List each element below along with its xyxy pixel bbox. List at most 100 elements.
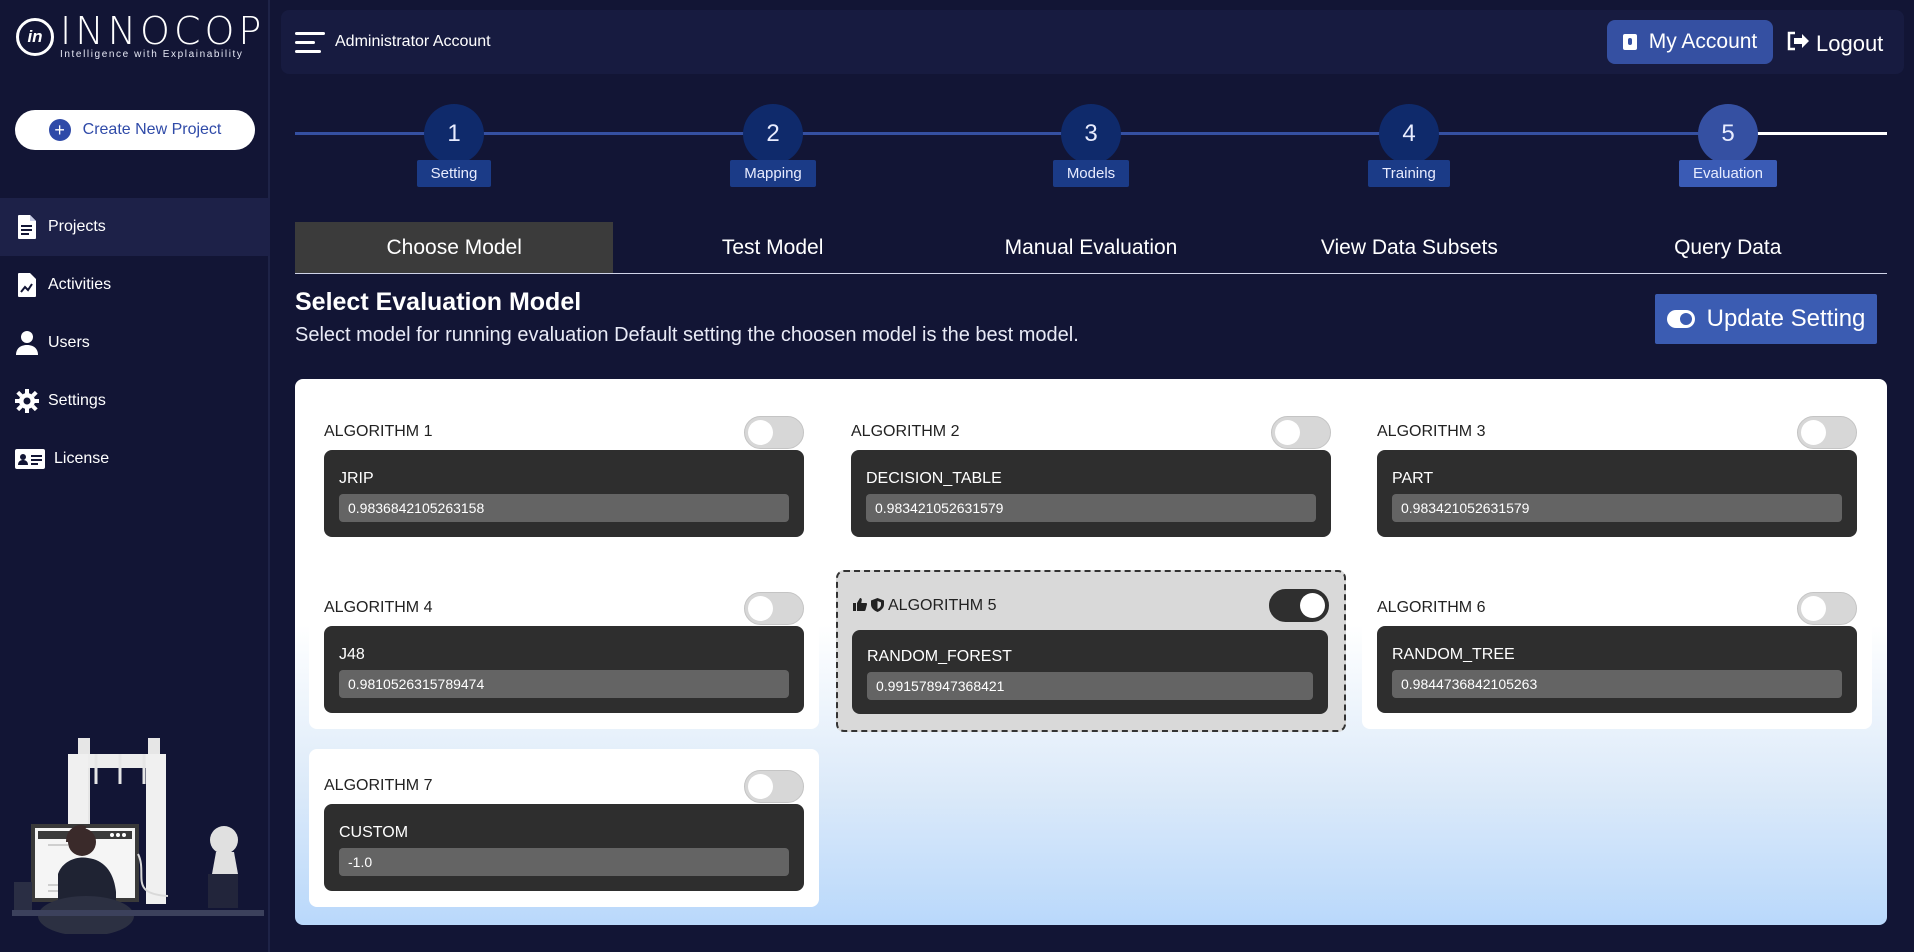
step-number: 1 [424, 104, 484, 164]
sidebar-item-users[interactable]: Users [0, 314, 270, 372]
algorithm-card-selected: ALGORITHM 5 RANDOM_FOREST 0.991578947368… [836, 570, 1346, 732]
algorithm-title: ALGORITHM 5 [888, 597, 997, 614]
model-box: J48 0.9810526315789474 [324, 626, 804, 713]
model-name: RANDOM_FOREST [867, 648, 1012, 665]
my-account-button[interactable]: My Account [1607, 20, 1773, 64]
algorithm-toggle[interactable] [744, 770, 804, 803]
algorithm-panel: ALGORITHM 1 JRIP 0.9836842105263158 ALGO… [295, 379, 1887, 925]
model-box: DECISION_TABLE 0.983421052631579 [851, 450, 1331, 537]
step-evaluation[interactable]: 5 Evaluation [1658, 104, 1798, 187]
algorithm-title: ALGORITHM 4 [324, 599, 433, 616]
logout-icon [1786, 30, 1810, 58]
model-box: RANDOM_TREE 0.9844736842105263 [1377, 626, 1857, 713]
model-score: -1.0 [339, 848, 789, 876]
create-project-button[interactable]: + Create New Project [15, 110, 255, 150]
hamburger-menu-icon[interactable] [295, 32, 325, 54]
algorithm-title-row: ALGORITHM 5 [853, 597, 996, 615]
id-card-icon [14, 445, 46, 473]
algorithm-toggle[interactable] [744, 592, 804, 625]
algorithm-toggle[interactable] [1797, 416, 1857, 449]
algorithm-title: ALGORITHM 7 [324, 777, 433, 794]
model-score: 0.991578947368421 [867, 672, 1313, 700]
model-score: 0.9836842105263158 [339, 494, 789, 522]
logout-label: Logout [1816, 31, 1884, 56]
sidebar-item-settings[interactable]: Settings [0, 372, 270, 430]
step-label: Setting [416, 160, 492, 187]
sidebar-item-activities[interactable]: Activities [0, 256, 270, 314]
step-number: 3 [1061, 104, 1121, 164]
sidebar-item-license[interactable]: License [0, 430, 270, 488]
model-box: JRIP 0.9836842105263158 [324, 450, 804, 537]
algorithm-card: ALGORITHM 3 PART 0.983421052631579 [1362, 395, 1872, 553]
step-number: 4 [1379, 104, 1439, 164]
algorithm-card: ALGORITHM 7 CUSTOM -1.0 [309, 749, 819, 907]
create-project-label: Create New Project [82, 121, 222, 138]
tab-view-data-subsets[interactable]: View Data Subsets [1250, 222, 1568, 273]
model-score: 0.9810526315789474 [339, 670, 789, 698]
section-description: Select model for running evaluation Defa… [295, 324, 1079, 346]
algorithm-card: ALGORITHM 1 JRIP 0.9836842105263158 [309, 395, 819, 553]
tab-manual-evaluation[interactable]: Manual Evaluation [932, 222, 1250, 273]
my-account-label: My Account [1648, 30, 1758, 53]
step-models[interactable]: 3 Models [1021, 104, 1161, 187]
algorithm-title: ALGORITHM 3 [1377, 423, 1486, 440]
account-badge-icon [1622, 34, 1637, 50]
sidebar-item-label: Users [48, 334, 90, 351]
gear-icon [14, 387, 40, 415]
model-score: 0.983421052631579 [1392, 494, 1842, 522]
top-header: Administrator Account My Account Logout [281, 10, 1904, 74]
update-setting-button[interactable]: Update Setting [1655, 294, 1877, 344]
model-box: PART 0.983421052631579 [1377, 450, 1857, 537]
activity-chart-icon [14, 271, 40, 299]
algorithm-title: ALGORITHM 6 [1377, 599, 1486, 616]
step-number: 2 [743, 104, 803, 164]
sidebar-nav: Projects Activities Users Settings Licen… [0, 198, 270, 488]
logo-tagline: Intelligence with Explainability [60, 49, 244, 60]
algorithm-card: ALGORITHM 6 RANDOM_TREE 0.98447368421052… [1362, 571, 1872, 729]
logo-icon: in [16, 18, 54, 56]
model-name: PART [1392, 470, 1434, 487]
section-title: Select Evaluation Model [295, 288, 582, 316]
step-mapping[interactable]: 2 Mapping [703, 104, 843, 187]
sidebar-item-label: Projects [48, 218, 106, 235]
model-score: 0.9844736842105263 [1392, 670, 1842, 698]
sidebar: in INNOCOP Intelligence with Explainabil… [0, 0, 272, 952]
tab-query-data[interactable]: Query Data [1569, 222, 1887, 273]
thumbs-up-icon [853, 598, 868, 614]
model-box: RANDOM_FOREST 0.991578947368421 [852, 630, 1328, 714]
sidebar-item-label: Settings [48, 392, 106, 409]
sidebar-item-label: License [54, 450, 110, 467]
plus-icon: + [48, 119, 71, 141]
algorithm-toggle[interactable] [1269, 589, 1329, 622]
user-icon [14, 329, 40, 357]
shield-icon [871, 597, 884, 615]
algorithm-toggle[interactable] [1797, 592, 1857, 625]
step-training[interactable]: 4 Training [1339, 104, 1479, 187]
update-setting-label: Update Setting [1706, 305, 1866, 332]
model-score: 0.983421052631579 [866, 494, 1316, 522]
step-number: 5 [1698, 104, 1758, 164]
algorithm-toggle[interactable] [744, 416, 804, 449]
step-label: Evaluation [1678, 160, 1778, 187]
app-logo[interactable]: in INNOCOP Intelligence with Explainabil… [16, 12, 265, 60]
algorithm-card: ALGORITHM 2 DECISION_TABLE 0.98342105263… [836, 395, 1346, 553]
toggle-icon [1666, 310, 1695, 328]
tab-test-model[interactable]: Test Model [613, 222, 931, 273]
sidebar-item-projects[interactable]: Projects [0, 198, 270, 256]
model-name: JRIP [339, 470, 374, 487]
account-name: Administrator Account [335, 33, 491, 50]
progress-stepper: 1 Setting 2 Mapping 3 Models 4 Training … [295, 104, 1887, 208]
algorithm-card: ALGORITHM 4 J48 0.9810526315789474 [309, 571, 819, 729]
model-name: J48 [339, 646, 365, 663]
algorithm-title: ALGORITHM 1 [324, 423, 433, 440]
step-setting[interactable]: 1 Setting [384, 104, 524, 187]
workspace-illustration [8, 734, 272, 939]
document-icon [14, 213, 40, 241]
model-box: CUSTOM -1.0 [324, 804, 804, 891]
sidebar-item-label: Activities [48, 276, 112, 293]
logout-button[interactable]: Logout [1786, 30, 1883, 58]
model-name: CUSTOM [339, 824, 409, 841]
tab-choose-model[interactable]: Choose Model [295, 222, 614, 273]
algorithm-toggle[interactable] [1271, 416, 1331, 449]
evaluation-tabs: Choose Model Test Model Manual Evaluatio… [295, 222, 1887, 274]
